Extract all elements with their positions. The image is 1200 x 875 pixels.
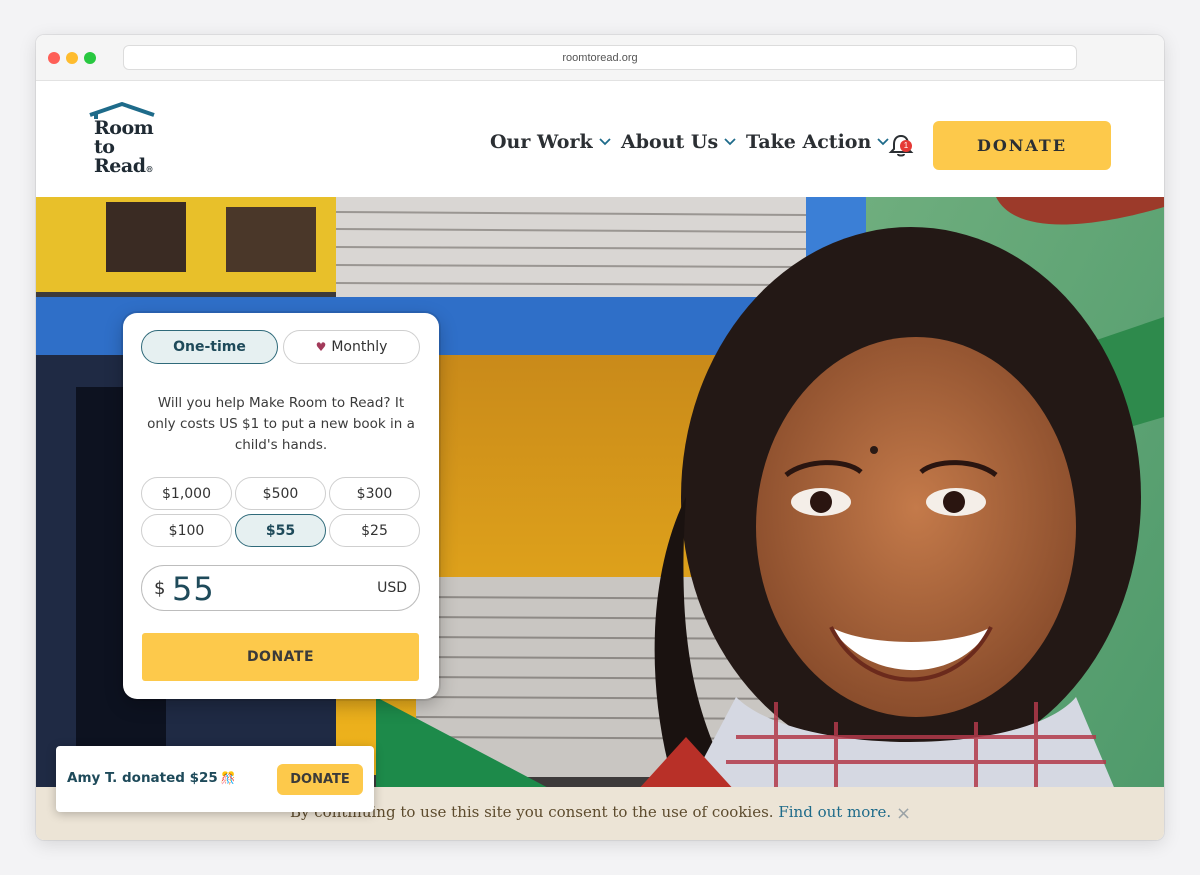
monthly-label: Monthly — [331, 339, 388, 355]
amount-option[interactable]: $300 — [329, 477, 420, 510]
amount-option-selected[interactable]: $55 — [235, 514, 326, 547]
nav-our-work[interactable]: Our Work — [490, 131, 611, 153]
currency-code: USD — [377, 580, 407, 596]
toast-donate-button[interactable]: DONATE — [277, 764, 363, 795]
nav-label: Our Work — [490, 131, 593, 153]
amount-option[interactable]: $1,000 — [141, 477, 232, 510]
chevron-down-icon — [724, 138, 736, 146]
amount-option[interactable]: $100 — [141, 514, 232, 547]
browser-window: roomtoread.org Room to Read® Our Work Ab… — [36, 35, 1164, 840]
one-time-toggle[interactable]: One-time — [141, 330, 278, 364]
browser-chrome: roomtoread.org — [36, 35, 1164, 81]
custom-amount-input[interactable]: $ 55 USD — [141, 565, 420, 611]
recent-donation-toast: Amy T. donated $25 🎊 DONATE — [56, 746, 374, 812]
maximize-window-button[interactable] — [84, 52, 96, 64]
logo-line: Read® — [94, 155, 153, 177]
amount-value: 55 — [172, 570, 215, 608]
header-donate-button[interactable]: DONATE — [933, 121, 1111, 170]
heart-icon: ♥ — [315, 340, 327, 354]
nav-about-us[interactable]: About Us — [621, 131, 736, 153]
nav-take-action[interactable]: Take Action — [746, 131, 889, 153]
form-donate-button[interactable]: DONATE — [142, 633, 419, 681]
currency-symbol: $ — [154, 578, 166, 599]
donation-form-card: One-time ♥ Monthly Will you help Make Ro… — [123, 313, 439, 699]
registered-mark: ® — [145, 164, 153, 174]
confetti-icon: 🎊 — [220, 771, 236, 785]
close-window-button[interactable] — [48, 52, 60, 64]
nav-label: Take Action — [746, 131, 872, 153]
donation-message: Will you help Make Room to Read? It only… — [147, 395, 415, 453]
cookie-message: By continuing to use this site you conse… — [290, 803, 891, 821]
toast-message: Amy T. donated $25 🎊 — [67, 770, 236, 786]
find-out-more-link[interactable]: Find out more. — [778, 803, 891, 821]
nav-label: About Us — [621, 131, 719, 153]
amount-option[interactable]: $25 — [329, 514, 420, 547]
minimize-window-button[interactable] — [66, 52, 78, 64]
chevron-down-icon — [599, 138, 611, 146]
amount-option[interactable]: $500 — [235, 477, 326, 510]
room-to-read-logo[interactable]: Room to Read® — [88, 101, 160, 181]
address-bar[interactable]: roomtoread.org — [123, 45, 1077, 70]
notification-badge: 1 — [900, 140, 912, 152]
logo-wordmark: Room to Read® — [94, 119, 154, 179]
close-icon[interactable]: × — [896, 803, 911, 824]
site-header: Room to Read® Our Work About Us Take Act… — [36, 81, 1164, 197]
toast-text: Amy T. donated $25 — [67, 770, 218, 786]
monthly-toggle[interactable]: ♥ Monthly — [283, 330, 420, 364]
